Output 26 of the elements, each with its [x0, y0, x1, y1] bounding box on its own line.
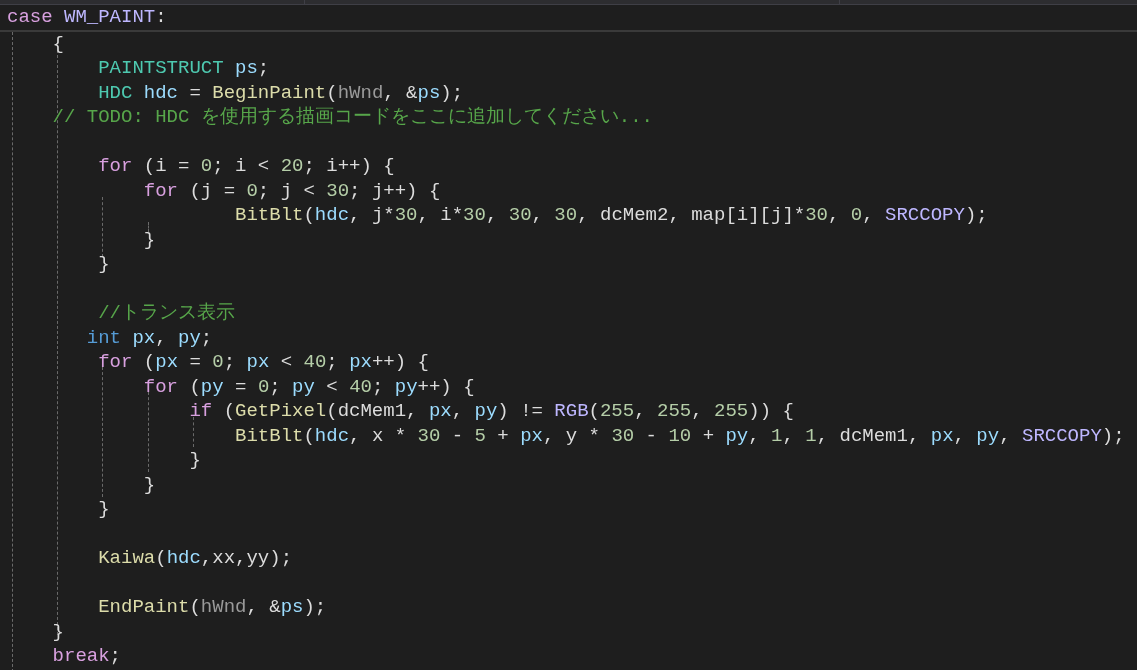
code-line: break; — [52, 644, 121, 669]
code-line: for (j = 0; j < 30; j++) { — [143, 178, 441, 203]
code-line: for (px = 0; px < 40; px++) { — [98, 350, 429, 375]
indent-guide — [193, 416, 194, 447]
code-line: HDC hdc = BeginPaint(hWnd, &ps); — [98, 80, 464, 105]
code-line: } — [98, 252, 110, 277]
indent-guide — [148, 221, 149, 232]
code-line: case WM_PAINT: — [7, 5, 167, 30]
code-line: // TODO: HDC を使用する描画コードをここに追加してください... — [52, 105, 654, 130]
code-line: EndPaint(hWnd, &ps); — [98, 595, 327, 620]
code-line: for (py = 0; py < 40; py++) { — [143, 374, 475, 399]
code-line: { — [52, 31, 64, 56]
code-line: } — [189, 448, 201, 473]
indent-guide — [102, 196, 103, 257]
code-line: if (GetPixel(dcMem1, px, py) != RGB(255, 255, 255)) { — [189, 399, 794, 424]
code-line: Kaiwa(hdc,xx,yy); — [98, 546, 293, 571]
code-line: } — [52, 619, 64, 644]
code-line: for (i = 0; i < 20; i++) { — [98, 154, 395, 179]
code-line: BitBlt(hdc, x * 30 - 5 + px, y * 30 - 10 + py, 1, 1, dcMem1, px, py, SRCCOPY); — [235, 423, 1125, 448]
code-line: } — [143, 227, 156, 252]
code-line: int px, py; — [86, 325, 213, 350]
code-line: PAINTSTRUCT ps; — [98, 56, 270, 81]
code-line: BitBlt(hdc, j*30, i*30, 30, 30, dcMem2, map[i][j]*30, 0, SRCCOPY); — [235, 203, 988, 228]
code-line: } — [98, 497, 110, 522]
code-line: //トランス表示 — [98, 301, 235, 326]
code-line: } — [143, 472, 156, 497]
